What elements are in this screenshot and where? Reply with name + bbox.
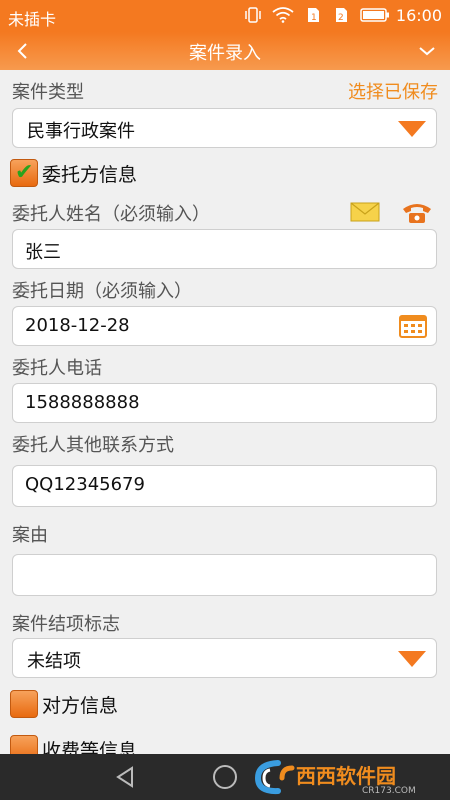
watermark-domain-text: CR173.COM xyxy=(362,786,416,796)
dropdown-arrow-icon xyxy=(398,121,426,137)
client-name-input[interactable]: 张三 xyxy=(12,229,437,269)
chevron-down-icon xyxy=(419,47,435,56)
carrier-text: 未插卡 xyxy=(8,10,57,29)
case-entry-form: 案件类型 选择已保存 民事行政案件 ✔ 委托方信息 委托人姓名（必须输入） 张三… xyxy=(0,70,450,754)
sim1-icon: 1 xyxy=(308,8,319,23)
client-date-value: 2018-12-28 xyxy=(25,315,130,336)
calendar-icon[interactable] xyxy=(398,313,428,339)
watermark-logo: 西西软件园 CR173.COM xyxy=(252,758,444,796)
client-info-checkbox[interactable]: ✔ xyxy=(10,159,38,187)
client-info-toggle[interactable]: ✔ 委托方信息 xyxy=(10,158,137,188)
select-saved-link[interactable]: 选择已保存 xyxy=(348,78,438,104)
system-nav-bar: 西西软件园 CR173.COM xyxy=(0,754,450,800)
checkmark-icon: ✔ xyxy=(15,160,34,185)
phone-icon[interactable] xyxy=(400,198,434,226)
case-close-flag-value: 未结项 xyxy=(27,651,81,672)
dropdown-arrow-icon xyxy=(398,651,426,667)
sim2-icon: 2 xyxy=(336,8,347,23)
opposite-info-checkbox[interactable] xyxy=(10,690,38,718)
clock-text: 16:00 xyxy=(395,6,442,25)
battery-icon xyxy=(360,8,389,22)
case-reason-label: 案由 xyxy=(12,525,48,546)
envelope-icon[interactable] xyxy=(348,198,382,226)
client-date-label: 委托日期（必须输入） xyxy=(12,281,192,302)
opposite-info-toggle[interactable]: 对方信息 xyxy=(10,689,118,719)
fee-info-label: 收费等信息 xyxy=(42,739,138,755)
menu-dropdown-button[interactable] xyxy=(412,39,442,63)
svg-text:1: 1 xyxy=(311,13,317,23)
client-phone-input[interactable]: 1588888888 xyxy=(12,383,437,423)
fee-info-checkbox[interactable] xyxy=(10,735,38,754)
client-other-contact-value: QQ12345679 xyxy=(25,474,145,495)
triangle-back-icon xyxy=(116,766,133,788)
nav-home-button[interactable] xyxy=(213,765,237,789)
case-type-label: 案件类型 xyxy=(12,82,84,103)
client-name-value: 张三 xyxy=(25,242,61,263)
status-icons: 1 2 xyxy=(244,7,390,23)
fee-info-toggle[interactable]: 收费等信息 xyxy=(10,734,137,754)
client-name-label: 委托人姓名（必须输入） xyxy=(12,204,210,225)
client-date-input[interactable]: 2018-12-28 xyxy=(12,306,437,346)
nav-back-button[interactable] xyxy=(114,766,136,788)
title-bar: 案件录入 xyxy=(0,32,450,70)
client-other-contact-label: 委托人其他联系方式 xyxy=(12,435,174,456)
cr173-logo: 西西软件园 CR173.COM xyxy=(254,760,416,796)
case-type-select[interactable]: 民事行政案件 xyxy=(12,108,437,148)
client-phone-value: 1588888888 xyxy=(25,392,140,413)
opposite-info-label: 对方信息 xyxy=(42,694,119,717)
case-reason-input[interactable] xyxy=(12,554,437,596)
client-phone-label: 委托人电话 xyxy=(12,358,102,379)
client-other-contact-input[interactable]: QQ12345679 xyxy=(12,465,437,507)
wifi-icon xyxy=(272,7,294,23)
case-close-flag-label: 案件结项标志 xyxy=(12,614,120,635)
vibrate-icon xyxy=(245,7,261,23)
status-bar: 未插卡 1 2 16:00 xyxy=(0,0,450,32)
client-info-label: 委托方信息 xyxy=(42,163,138,186)
page-title: 案件录入 xyxy=(189,43,261,64)
watermark-brand-text: 西西软件园 xyxy=(296,764,396,788)
case-close-flag-select[interactable]: 未结项 xyxy=(12,638,437,678)
case-type-value: 民事行政案件 xyxy=(27,121,135,142)
svg-text:2: 2 xyxy=(338,13,344,23)
